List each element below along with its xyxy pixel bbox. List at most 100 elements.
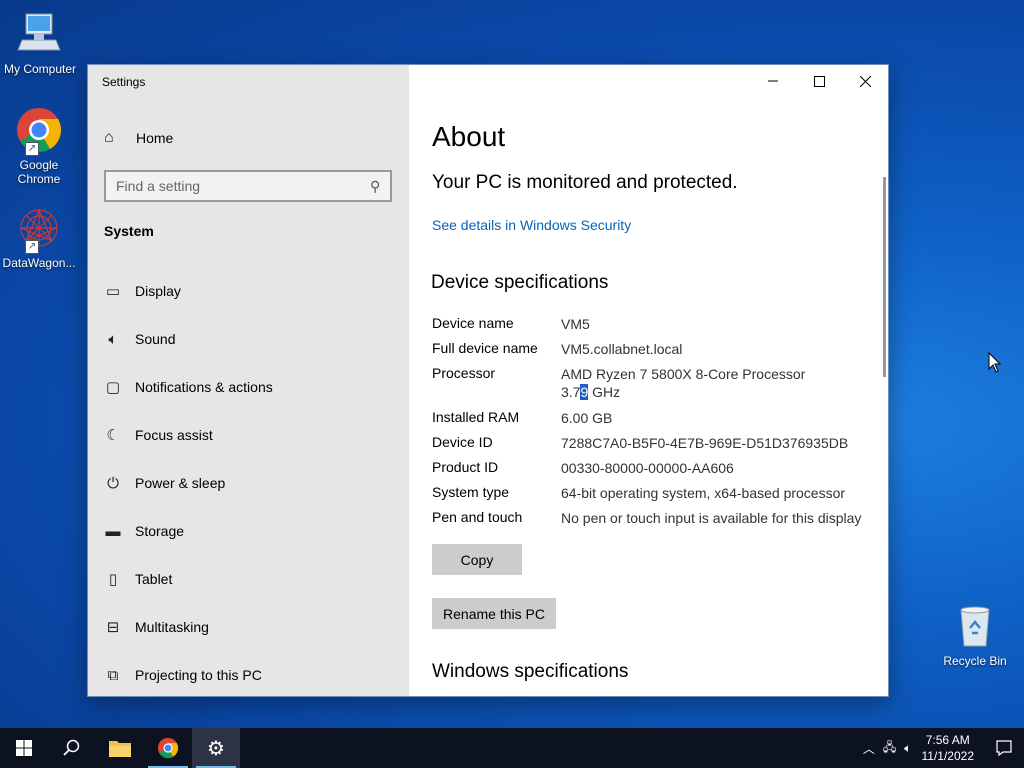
action-center-icon xyxy=(996,740,1012,756)
desktop-icon-datawagon[interactable]: ↗ DataWagon... xyxy=(0,204,79,270)
clock[interactable]: 7:56 AM 11/1/2022 xyxy=(922,732,975,764)
window-title: Settings xyxy=(102,75,146,89)
spec-key: Device name xyxy=(432,315,514,331)
windows-security-link[interactable]: See details in Windows Security xyxy=(432,217,631,233)
spec-value: 64-bit operating system, x64-based proce… xyxy=(561,485,846,501)
sidebar-item-label: Projecting to this PC xyxy=(135,667,262,683)
device-specs-heading: Device specifications xyxy=(431,272,609,293)
sidebar-item-label: Sound xyxy=(135,331,176,347)
desktop-icon-recycle-bin[interactable]: Recycle Bin xyxy=(940,602,1010,668)
spec-key: Full device name xyxy=(432,340,538,356)
spec-row-system-type: System type 64-bit operating system, x64… xyxy=(432,484,872,509)
spec-value: VM5 xyxy=(561,316,590,332)
windows-logo-icon xyxy=(16,740,32,756)
spec-row-device-id: Device ID 7288C7A0-B5F0-4E7B-969E-D51D37… xyxy=(432,434,872,459)
spec-row-device-name: Device name VM5 xyxy=(432,315,872,340)
folder-icon xyxy=(109,741,131,757)
sidebar-home-label: Home xyxy=(136,130,174,146)
taskbar-file-explorer[interactable] xyxy=(96,728,144,768)
computer-icon xyxy=(16,10,64,58)
sidebar-item-storage[interactable]: ▬ Storage xyxy=(104,507,394,555)
moon-icon: ☾ xyxy=(106,427,120,444)
shortcut-arrow-icon: ↗ xyxy=(25,142,39,156)
multitasking-icon: ⊟ xyxy=(106,619,120,636)
volume-icon[interactable]: 🔈︎ xyxy=(900,741,915,756)
projecting-icon: ⧉ xyxy=(107,666,119,684)
desktop-icon-my-computer[interactable]: My Computer xyxy=(0,10,80,76)
tablet-icon: ▯ xyxy=(108,571,118,588)
gear-icon: ⚙ xyxy=(207,737,225,760)
processor-speed-unit: GHz xyxy=(588,384,621,400)
page-title: About xyxy=(432,121,506,152)
spec-value: 00330-80000-00000-AA606 xyxy=(561,460,734,476)
search-icon[interactable]: ⚲ xyxy=(370,178,380,195)
spec-value: No pen or touch input is available for t… xyxy=(561,510,862,526)
maximize-icon xyxy=(813,75,825,87)
sidebar-item-power-sleep[interactable]: ⏻ Power & sleep xyxy=(104,459,394,507)
maximize-button[interactable] xyxy=(796,65,842,97)
storage-icon: ▬ xyxy=(105,522,121,540)
search-input[interactable]: Find a setting ⚲ xyxy=(104,170,392,202)
power-icon: ⏻ xyxy=(107,474,119,492)
spec-key: Device ID xyxy=(432,434,493,450)
processor-speed-part: 3.7 xyxy=(561,384,581,400)
search-button[interactable] xyxy=(48,728,96,768)
taskbar-chrome[interactable] xyxy=(144,728,192,768)
spec-key: Installed RAM xyxy=(432,409,520,425)
sidebar-item-focus-assist[interactable]: ☾ Focus assist xyxy=(104,411,394,459)
sidebar-item-display[interactable]: ▭ Display xyxy=(104,267,394,315)
processor-name: AMD Ryzen 7 5800X 8-Core Processor xyxy=(561,366,806,382)
security-status: Your PC is monitored and protected. xyxy=(432,172,738,193)
settings-window: Settings ⌂ Home Find a setting ⚲ System … xyxy=(87,64,889,697)
sidebar-nav: ▭ Display 🔈︎ Sound ▢ Notifications & act… xyxy=(104,267,394,696)
notifications-button[interactable] xyxy=(984,728,1024,768)
close-icon xyxy=(859,75,871,87)
about-content: About Your PC is monitored and protected… xyxy=(409,65,888,696)
desktop-icon-label: My Computer xyxy=(3,62,77,76)
sidebar-item-label: Power & sleep xyxy=(135,475,226,491)
taskbar: ⚙ ︿ 🖧︎ 🔈︎ 7:56 AM 11/1/2022 xyxy=(0,728,1024,768)
sidebar-item-label: Storage xyxy=(135,523,185,539)
sidebar-item-projecting[interactable]: ⧉ Projecting to this PC xyxy=(104,651,394,696)
home-icon: ⌂ xyxy=(104,129,114,146)
sidebar-item-label: Focus assist xyxy=(135,427,213,443)
scrollbar[interactable] xyxy=(883,177,886,377)
chrome-icon xyxy=(157,737,179,759)
chevron-up-icon[interactable]: ︿ xyxy=(859,740,879,757)
shortcut-arrow-icon: ↗ xyxy=(25,240,39,254)
recycle-bin-icon xyxy=(951,602,999,650)
sidebar-item-notifications[interactable]: ▢ Notifications & actions xyxy=(104,363,394,411)
desktop-icon-label: Recycle Bin xyxy=(943,654,1007,668)
desktop-icon-label: Google Chrome xyxy=(17,158,61,186)
spec-key: System type xyxy=(432,484,510,500)
sidebar-home[interactable]: ⌂ Home xyxy=(104,129,173,147)
spec-row-full-device-name: Full device name VM5.collabnet.local xyxy=(432,340,872,365)
spec-row-processor: Processor AMD Ryzen 7 5800X 8-Core Proce… xyxy=(432,365,872,409)
rename-pc-button[interactable]: Rename this PC xyxy=(432,598,556,629)
sidebar-item-tablet[interactable]: ▯ Tablet xyxy=(104,555,394,603)
clock-time: 7:56 AM xyxy=(925,733,970,747)
taskbar-settings[interactable]: ⚙ xyxy=(192,728,240,768)
clock-date: 11/1/2022 xyxy=(921,749,975,763)
spec-value: AMD Ryzen 7 5800X 8-Core Processor 3.79 G… xyxy=(561,365,872,409)
minimize-button[interactable] xyxy=(750,65,796,97)
spec-key: Product ID xyxy=(432,459,499,475)
copy-button[interactable]: Copy xyxy=(432,544,522,575)
start-button[interactable] xyxy=(0,728,48,768)
search-icon xyxy=(63,739,80,756)
spec-row-installed-ram: Installed RAM 6.00 GB xyxy=(432,409,872,434)
notifications-icon: ▢ xyxy=(105,379,121,396)
sidebar-item-sound[interactable]: 🔈︎ Sound xyxy=(104,315,394,363)
desktop-icon-google-chrome[interactable]: ↗ Google Chrome xyxy=(0,106,79,186)
sound-icon: 🔈︎ xyxy=(108,330,118,348)
system-tray: ︿ 🖧︎ 🔈︎ 7:56 AM 11/1/2022 xyxy=(859,728,1024,768)
network-icon[interactable]: 🖧︎ xyxy=(879,738,900,759)
windows-specs-heading: Windows specifications xyxy=(432,661,629,682)
sidebar-item-label: Notifications & actions xyxy=(135,379,273,395)
spec-row-pen-touch: Pen and touch No pen or touch input is a… xyxy=(432,509,872,534)
spec-key: Pen and touch xyxy=(432,509,523,525)
search-placeholder: Find a setting xyxy=(116,178,201,194)
sidebar-item-label: Tablet xyxy=(135,571,173,587)
close-button[interactable] xyxy=(842,65,888,97)
sidebar-item-multitasking[interactable]: ⊟ Multitasking xyxy=(104,603,394,651)
